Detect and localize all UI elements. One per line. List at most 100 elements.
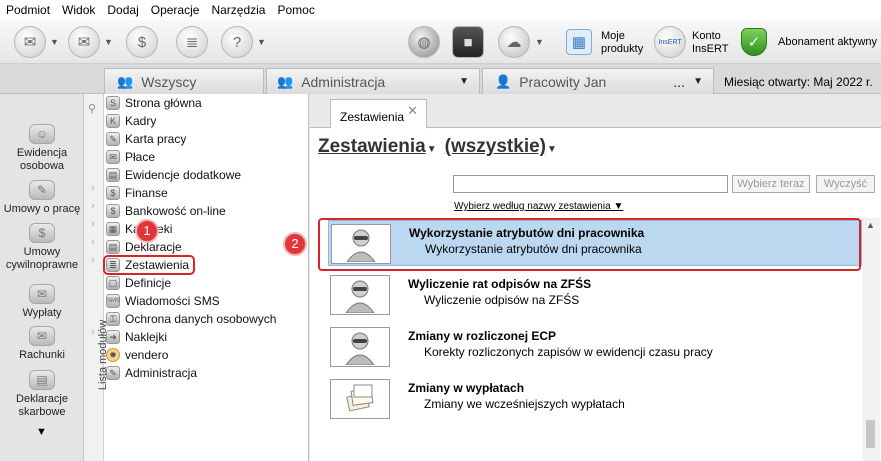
report-row[interactable]: Zmiany w rozliczonej ECP Korekty rozlicz… (328, 324, 862, 370)
report-person-icon (330, 327, 390, 367)
cloud-dropdown-icon[interactable]: ▼ (535, 37, 544, 47)
report-row[interactable]: Wyliczenie rat odpisów na ZFŚS Wyliczeni… (328, 272, 862, 318)
step-badge-1: 1 (135, 219, 159, 243)
home-icon: S (106, 96, 120, 110)
module-definicje[interactable]: ▢ Definicje (106, 274, 171, 292)
title-dropdown[interactable]: Zestawienia (318, 136, 426, 158)
expand-icon[interactable]: › (91, 236, 95, 248)
menu-narzedzia[interactable]: Narzędzia (211, 3, 265, 17)
module-administracja[interactable]: ✎ Administracja (106, 364, 197, 382)
tab-administracja[interactable]: 👥 Administracja ▼ (266, 68, 480, 94)
search-input[interactable] (453, 175, 728, 193)
vendero-icon: ✹ (106, 348, 120, 362)
module-karta-pracy[interactable]: ✎ Karta pracy (106, 130, 186, 148)
bank-icon: $ (106, 204, 120, 218)
open-month-label: Miesiąc otwarty: Maj 2022 r. (724, 75, 873, 89)
chevron-down-icon[interactable]: ▼ (547, 144, 557, 155)
choose-now-button[interactable]: Wybierz teraz (732, 175, 810, 193)
chevron-down-icon: ▼ (613, 201, 624, 212)
report-description: Wyliczenie odpisów na ZFŚS (424, 293, 580, 307)
dollar-icon[interactable]: $ (126, 26, 158, 58)
module-ochrona-danych[interactable]: ⚿ Ochrona danych osobowych (106, 310, 276, 328)
tab-wszyscy[interactable]: 👥 Wszyscy (104, 68, 264, 94)
forward-dropdown-icon[interactable]: ▼ (104, 37, 113, 47)
page-title: Zestawienia ▼ (wszystkie) ▼ (318, 136, 565, 158)
menu-pomoc[interactable]: Pomoc (277, 3, 314, 17)
module-strona-glowna[interactable]: S Strona główna (106, 94, 202, 112)
more-options[interactable]: ... (673, 74, 685, 90)
report-description: Korekty rozliczonych zapisów w ewidencji… (424, 345, 713, 359)
cards-icon: ▦ (106, 222, 120, 236)
menu-widok[interactable]: Widok (62, 3, 95, 17)
folder-icon: ▤ (106, 168, 120, 182)
papers-icon[interactable]: ≣ (176, 26, 208, 58)
chevron-up-icon[interactable]: ▲ (866, 220, 875, 230)
report-title: Zmiany w rozliczonej ECP (408, 329, 557, 343)
menu-operacje[interactable]: Operacje (151, 3, 200, 17)
my-products-label[interactable]: Moje produkty (601, 30, 643, 56)
nav-umowy-cywilnoprawne[interactable]: $ Umowy cywilnoprawne (0, 223, 84, 272)
module-kadry[interactable]: K Kadry (106, 112, 156, 130)
nav-deklaracje-skarbowe[interactable]: ▤ Deklaracje skarbowe (0, 370, 84, 419)
nav-wyplaty[interactable]: ✉ Wypłaty (0, 284, 84, 320)
filter-dropdown[interactable]: (wszystkie) (445, 136, 546, 158)
shield-icon[interactable]: ✓ (741, 28, 767, 56)
choose-by-name-dropdown[interactable]: Wybierz według nazwy zestawienia ▼ (454, 201, 623, 212)
definitions-icon: ▢ (106, 276, 120, 290)
module-ewidencje-dodatkowe[interactable]: ▤ Ewidencje dodatkowe (106, 166, 241, 184)
back-dropdown-icon[interactable]: ▼ (50, 37, 59, 47)
module-finanse[interactable]: $ Finanse (106, 184, 168, 202)
insert-account-label[interactable]: Konto InsERT (692, 30, 728, 56)
chevron-down-icon[interactable]: ▼ (459, 76, 469, 87)
toolbar: ✉ ▼ ✉ ▼ $ ≣ ? ▼ ◍ ■ ☁ ▼ ▦ Moje produkty … (0, 20, 881, 64)
report-papers-icon (330, 379, 390, 419)
expand-icon[interactable]: › (91, 182, 95, 194)
module-place[interactable]: ✉ Płace (106, 148, 155, 166)
cloud-icon[interactable]: ☁ (498, 26, 530, 58)
module-bankowosc-online[interactable]: $ Bankowość on-line (106, 202, 226, 220)
tab-pracowity-jan[interactable]: 👤 Pracowity Jan ... ▼ (482, 68, 714, 94)
contract-icon: ✎ (29, 180, 55, 200)
expand-icon[interactable]: › (91, 218, 95, 230)
expand-icon[interactable]: › (91, 200, 95, 212)
close-icon[interactable]: ✕ (407, 103, 418, 119)
insert-account-icon[interactable]: InsERT (654, 26, 686, 58)
people-icon: 👥 (277, 73, 294, 89)
nav-ewidencja-osobowa[interactable]: ☺ Ewidencja osobowa (0, 124, 84, 173)
modules-panel: ⚲ › › › › › › Lista modułów S Strona głów… (84, 94, 309, 461)
module-naklejki[interactable]: ➜ Naklejki (106, 328, 167, 346)
document-icon: ▤ (29, 370, 55, 390)
left-navigation: ☺ Ewidencja osobowa ✎ Umowy o pracę $ Um… (0, 94, 84, 461)
menu-podmiot[interactable]: Podmiot (6, 3, 50, 17)
expand-icon[interactable]: › (91, 326, 95, 338)
menu-dodaj[interactable]: Dodaj (107, 3, 138, 17)
chevron-down-icon[interactable]: ▼ (693, 76, 703, 87)
tab-zestawienia[interactable]: Zestawienia ✕ (330, 99, 427, 129)
modules-side-strip: ⚲ › › › › › › Lista modułów (84, 94, 109, 461)
scroll-down-icon[interactable]: ▼ (36, 426, 47, 438)
highlight-zestawienia-module (103, 255, 195, 275)
document-tab-strip: Zestawienia ✕ (310, 94, 881, 129)
subscription-status[interactable]: Abonament aktywny (778, 36, 877, 49)
report-row[interactable]: Zmiany w wypłatach Zmiany we wcześniejsz… (328, 376, 862, 422)
products-icon[interactable]: ▦ (566, 29, 592, 55)
help-dropdown-icon[interactable]: ▼ (257, 37, 266, 47)
forward-icon[interactable]: ✉ (68, 26, 100, 58)
person-icon: 👤 (495, 73, 512, 89)
cube-icon[interactable]: ■ (452, 26, 484, 58)
sms-icon: SMS (106, 294, 120, 308)
expand-icon[interactable]: › (91, 254, 95, 266)
nav-rachunki[interactable]: ✉ Rachunki (0, 326, 84, 362)
nav-umowy-o-prace[interactable]: ✎ Umowy o pracę (0, 180, 84, 216)
chevron-down-icon[interactable]: ▼ (427, 144, 437, 155)
pin-icon[interactable]: ⚲ (88, 102, 96, 115)
content-scrollbar[interactable]: ▲ (862, 218, 880, 461)
globe-icon[interactable]: ◍ (408, 26, 440, 58)
scrollbar-thumb[interactable] (866, 420, 875, 448)
module-wiadomosci-sms[interactable]: SMS Wiadomości SMS (106, 292, 220, 310)
help-icon[interactable]: ? (221, 26, 253, 58)
module-vendero[interactable]: ✹ vendero (106, 346, 168, 364)
clear-button[interactable]: Wyczyść (816, 175, 875, 193)
back-icon[interactable]: ✉ (14, 26, 46, 58)
report-description: Zmiany we wcześniejszych wypłatach (424, 397, 625, 411)
